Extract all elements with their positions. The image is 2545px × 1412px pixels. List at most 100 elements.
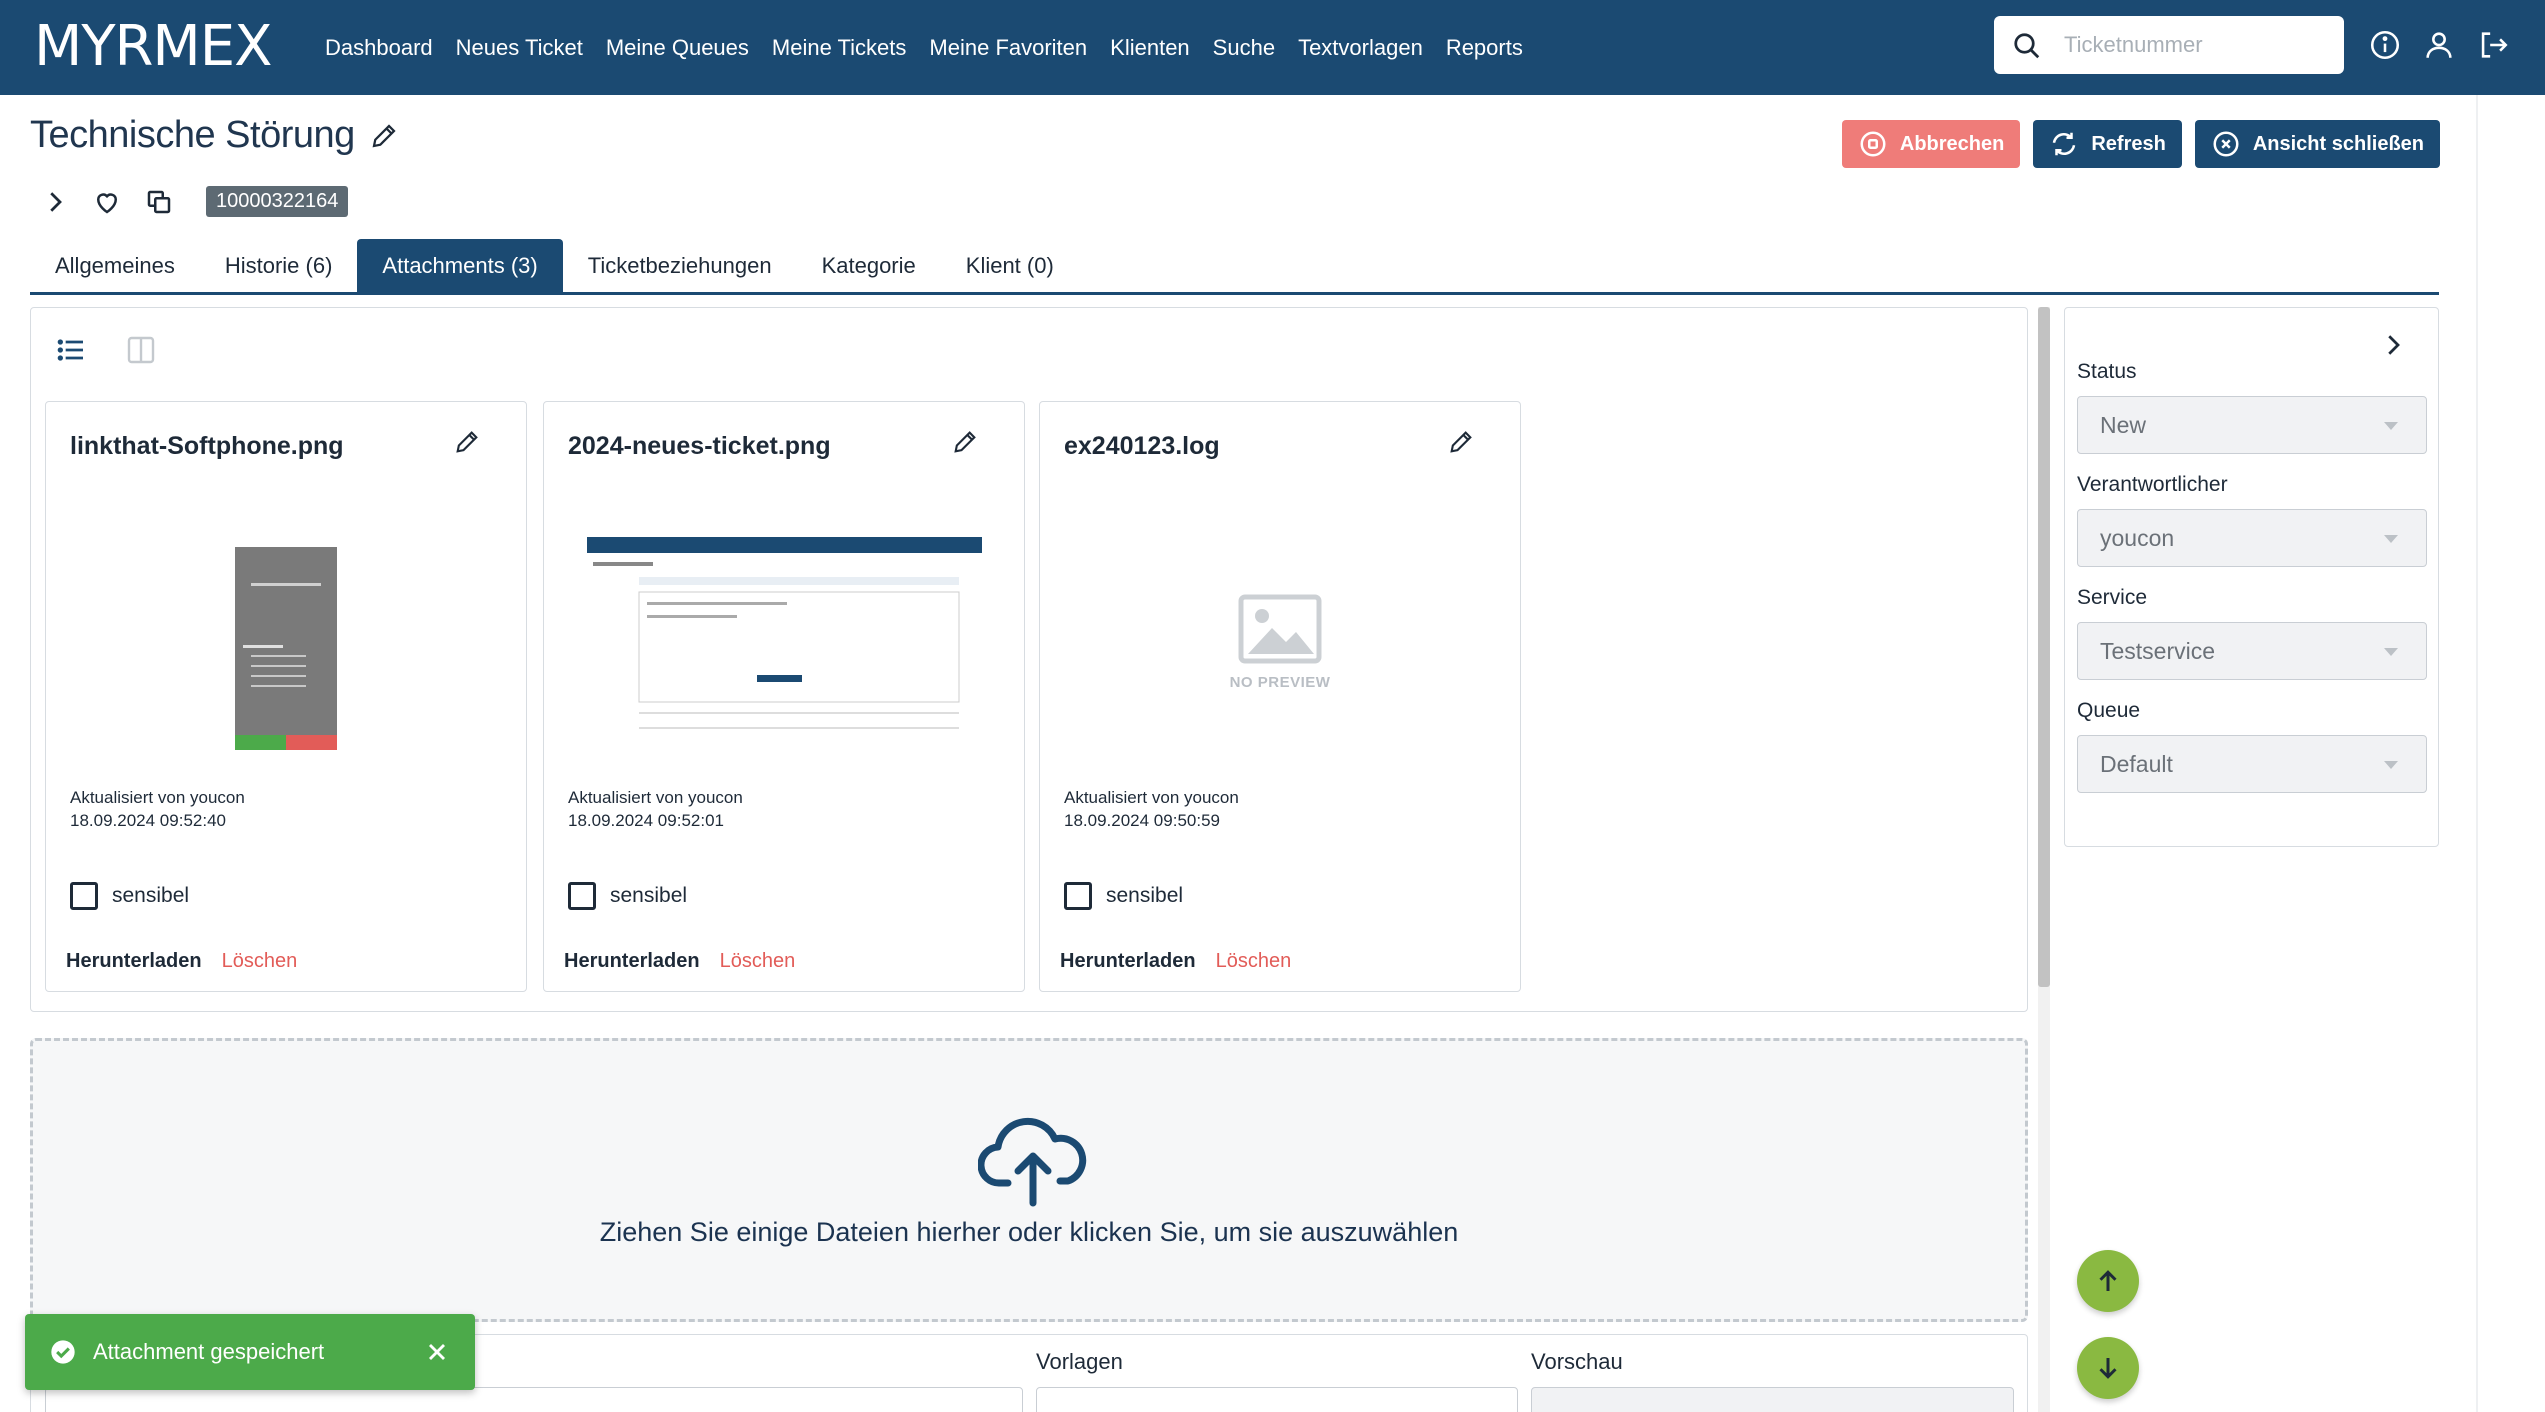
download-link[interactable]: Herunterladen bbox=[1060, 950, 1196, 973]
heart-icon[interactable] bbox=[92, 187, 122, 217]
file-dropzone[interactable]: Ziehen Sie einige Dateien hierher oder k… bbox=[30, 1038, 2028, 1322]
ticket-properties-panel: Status New Verantwortlicher youcon Servi… bbox=[2064, 307, 2439, 847]
attachment-card: linkthat-Softphone.png Aktualisiert von … bbox=[45, 401, 527, 992]
nav-item-my-queues[interactable]: Meine Queues bbox=[606, 35, 749, 61]
pencil-icon[interactable] bbox=[453, 428, 481, 456]
scroll-down-button[interactable] bbox=[2077, 1337, 2139, 1399]
nav-item-search[interactable]: Suche bbox=[1213, 35, 1275, 61]
attachment-preview-image[interactable] bbox=[568, 527, 1000, 757]
caret-down-icon bbox=[2384, 535, 2398, 543]
attachment-preview-image[interactable]: NO PREVIEW bbox=[1064, 527, 1496, 757]
responsible-select[interactable]: youcon bbox=[2077, 509, 2427, 567]
dropzone-text: Ziehen Sie einige Dateien hierher oder k… bbox=[599, 1217, 1459, 1247]
service-value: Testservice bbox=[2100, 637, 2216, 664]
sensitive-checkbox[interactable]: sensibel bbox=[70, 882, 189, 910]
scroll-up-button[interactable] bbox=[2077, 1250, 2139, 1312]
ticket-search bbox=[1994, 16, 2344, 74]
responsible-value: youcon bbox=[2100, 524, 2175, 551]
ticket-search-input[interactable] bbox=[2064, 26, 2324, 64]
attachment-filename[interactable]: ex240123.log bbox=[1064, 432, 1220, 461]
attachment-updated-by: Aktualisiert von youcon bbox=[1064, 788, 1239, 807]
scrollbar-thumb[interactable] bbox=[2038, 307, 2050, 987]
reply-field[interactable] bbox=[45, 1387, 1023, 1412]
status-label: Status bbox=[2077, 360, 2137, 383]
cancel-button-label: Abbrechen bbox=[1899, 132, 2005, 155]
phone-screenshot-thumbnail bbox=[231, 534, 341, 750]
attachment-filename[interactable]: linkthat-Softphone.png bbox=[70, 432, 344, 461]
download-link[interactable]: Herunterladen bbox=[564, 950, 700, 973]
attachment-updated-by: Aktualisiert von youcon bbox=[568, 788, 743, 807]
split-view-icon[interactable] bbox=[125, 334, 157, 366]
attachment-updated-info: Aktualisiert von youcon 18.09.2024 09:52… bbox=[568, 786, 743, 832]
templates-select[interactable] bbox=[1036, 1387, 1518, 1412]
queue-select[interactable]: Default bbox=[2077, 735, 2427, 793]
responsible-label: Verantwortlicher bbox=[2077, 473, 2228, 496]
delete-link[interactable]: Löschen bbox=[720, 950, 796, 973]
pencil-icon[interactable] bbox=[1447, 428, 1475, 456]
page-title: Technische Störung bbox=[30, 114, 355, 156]
nav-item-reports[interactable]: Reports bbox=[1446, 35, 1523, 61]
success-toast: Attachment gespeichert bbox=[25, 1314, 475, 1390]
delete-link[interactable]: Löschen bbox=[222, 950, 298, 973]
tab-attachments[interactable]: Attachments (3) bbox=[357, 239, 563, 292]
attachment-filename[interactable]: 2024-neues-ticket.png bbox=[568, 432, 831, 461]
attachment-actions: Herunterladen Löschen bbox=[564, 950, 795, 973]
close-view-button-label: Ansicht schließen bbox=[2252, 132, 2424, 155]
list-view-icon[interactable] bbox=[55, 334, 87, 366]
chevron-right-icon[interactable] bbox=[40, 187, 70, 217]
responsible-field: Verantwortlicher youcon bbox=[2077, 473, 2427, 567]
checkbox-box[interactable] bbox=[1064, 882, 1092, 910]
caret-down-icon bbox=[2384, 422, 2398, 430]
no-preview-label: NO PREVIEW bbox=[1229, 673, 1331, 691]
user-icon[interactable] bbox=[2422, 28, 2456, 62]
ticket-tabs: Allgemeines Historie (6) Attachments (3)… bbox=[30, 239, 2439, 295]
service-select[interactable]: Testservice bbox=[2077, 622, 2427, 680]
copy-icon[interactable] bbox=[144, 187, 174, 217]
download-link[interactable]: Herunterladen bbox=[66, 950, 202, 973]
nav-item-dashboard[interactable]: Dashboard bbox=[325, 35, 433, 61]
tab-ticket-relations[interactable]: Ticketbeziehungen bbox=[563, 239, 797, 292]
tab-history[interactable]: Historie (6) bbox=[200, 239, 358, 292]
attachment-updated-at: 18.09.2024 09:52:01 bbox=[568, 811, 724, 830]
service-field: Service Testservice bbox=[2077, 586, 2427, 680]
sensitive-checkbox[interactable]: sensibel bbox=[1064, 882, 1183, 910]
nav-item-clients[interactable]: Klienten bbox=[1110, 35, 1190, 61]
delete-link[interactable]: Löschen bbox=[1216, 950, 1292, 973]
attachment-card: ex240123.log NO PREVIEW Aktualisiert von… bbox=[1039, 401, 1521, 992]
checkbox-box[interactable] bbox=[70, 882, 98, 910]
checkbox-box[interactable] bbox=[568, 882, 596, 910]
app-logo[interactable]: MYRMEX bbox=[34, 14, 272, 79]
status-field: Status New bbox=[2077, 360, 2427, 454]
ticket-actions-row: 10000322164 bbox=[40, 186, 349, 217]
nav-item-new-ticket[interactable]: Neues Ticket bbox=[456, 35, 583, 61]
preview-label: Vorschau bbox=[1531, 1349, 1623, 1374]
pencil-icon[interactable] bbox=[369, 121, 399, 151]
cancel-button[interactable]: Abbrechen bbox=[1841, 120, 2021, 168]
attachment-updated-at: 18.09.2024 09:50:59 bbox=[1064, 811, 1220, 830]
close-icon[interactable] bbox=[423, 1338, 451, 1366]
queue-value: Default bbox=[2100, 750, 2173, 777]
tab-general[interactable]: Allgemeines bbox=[30, 239, 200, 292]
close-circle-icon bbox=[2213, 131, 2239, 157]
attachment-preview-image[interactable] bbox=[70, 527, 502, 757]
nav-item-my-tickets[interactable]: Meine Tickets bbox=[772, 35, 907, 61]
nav-item-text-templates[interactable]: Textvorlagen bbox=[1298, 35, 1423, 61]
status-select[interactable]: New bbox=[2077, 396, 2427, 454]
close-view-button[interactable]: Ansicht schließen bbox=[2194, 120, 2440, 168]
info-icon[interactable] bbox=[2368, 28, 2402, 62]
attachment-updated-info: Aktualisiert von youcon 18.09.2024 09:50… bbox=[1064, 786, 1239, 832]
refresh-button-label: Refresh bbox=[2091, 132, 2166, 155]
sensitive-checkbox[interactable]: sensibel bbox=[568, 882, 687, 910]
search-icon bbox=[2014, 33, 2040, 59]
attachment-updated-info: Aktualisiert von youcon 18.09.2024 09:52… bbox=[70, 786, 245, 832]
refresh-button[interactable]: Refresh bbox=[2033, 120, 2182, 168]
tab-client[interactable]: Klient (0) bbox=[941, 239, 1079, 292]
chevron-right-icon[interactable] bbox=[2378, 330, 2408, 360]
logout-icon[interactable] bbox=[2476, 28, 2510, 62]
nav-item-my-favorites[interactable]: Meine Favoriten bbox=[929, 35, 1087, 61]
attachment-actions: Herunterladen Löschen bbox=[66, 950, 297, 973]
tab-category[interactable]: Kategorie bbox=[797, 239, 941, 292]
arrow-up-icon bbox=[2099, 1270, 2117, 1291]
pencil-icon[interactable] bbox=[951, 428, 979, 456]
toast-message: Attachment gespeichert bbox=[93, 1339, 325, 1364]
